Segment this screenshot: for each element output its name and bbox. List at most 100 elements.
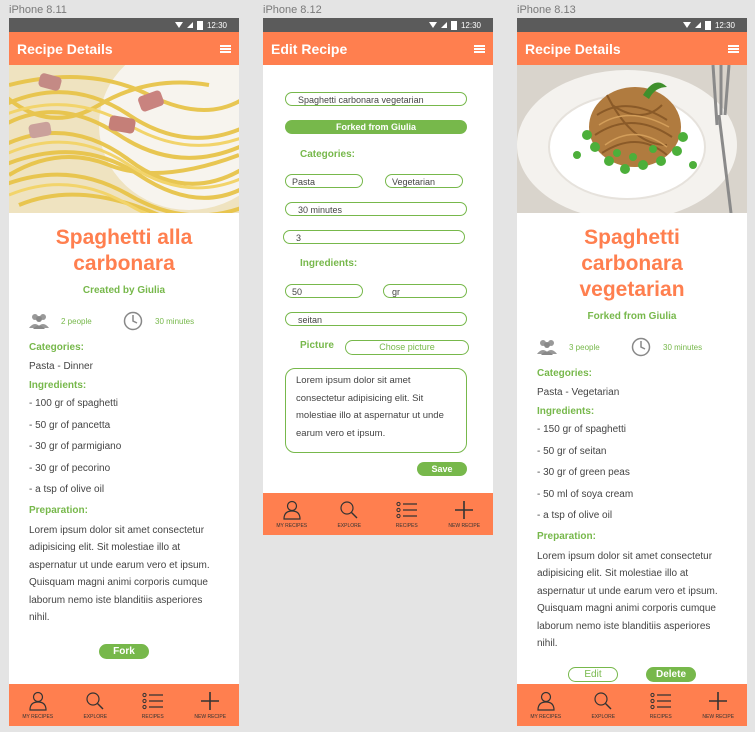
nav-label: RECIPES [649,713,672,720]
ingredients-list: - 100 gr of spaghetti - 50 gr of pancett… [29,393,219,501]
nav-label: MY RECIPES [276,522,308,529]
servings-text: 3 people [569,342,600,352]
preparation-label: Preparation: [537,530,596,542]
battery-icon [704,20,711,30]
time-text: 30 minutes [663,342,703,352]
forked-from-badge[interactable]: Forked from Giulia [285,120,467,134]
delete-button[interactable]: Delete [646,666,696,682]
list-item: - a tsp of olive oil [29,484,105,495]
wifi-icon [682,22,691,28]
plus-icon [709,691,728,710]
status-time: 12:30 [206,20,227,30]
clock-icon [631,337,651,357]
nav-label: NEW RECIPE [448,522,481,529]
menu-icon[interactable] [728,44,739,53]
servings-text: 2 people [61,316,92,326]
nav-my-recipes[interactable]: MY RECIPES [13,691,63,720]
status-bar: 12:30 [263,18,493,32]
status-bar: 12:30 [9,18,239,32]
app-bar: Edit Recipe [263,32,493,65]
forked-from[interactable]: Forked from Giulia [537,311,727,322]
categories-label: Categories: [300,149,356,160]
plus-icon [455,500,474,519]
nav-label: RECIPES [395,522,418,529]
menu-icon[interactable] [474,44,485,53]
description-textarea[interactable]: Lorem ipsum dolor sit amet consectetur a… [285,368,467,453]
ingredients-label: Ingredients: [537,406,595,417]
bottom-nav: MY RECIPES EXPLORE RECIPES NEW RECIPE [263,493,493,535]
recipe-photo [9,65,239,213]
created-by[interactable]: Created by Giulia [29,285,219,296]
recipe-title: Spaghetti carbonara vegetarian [579,226,685,301]
nav-new-recipe[interactable]: NEW RECIPE [185,691,235,720]
app-bar: Recipe Details [9,32,239,65]
recipe-meta: 2 people 30 minutes [29,310,219,332]
people-icon [537,340,557,355]
app-bar-title: Edit Recipe [271,40,348,57]
categories-value: Pasta - Vegetarian [537,387,620,398]
signal-icon [694,22,701,28]
recipe-title: Spaghetti alla carbonara [55,226,193,275]
artboard-label-1: iPhone 8.11 [9,4,67,16]
recipe-meta: 3 people 30 minutes [537,336,727,358]
app-bar: Recipe Details [517,32,747,65]
nav-new-recipe[interactable]: NEW RECIPE [693,691,743,720]
quantity-field[interactable]: 50 [285,284,363,298]
save-button[interactable]: Save [417,462,467,476]
nav-new-recipe[interactable]: NEW RECIPE [439,500,489,529]
artboard-label-3: iPhone 8.13 [517,4,576,16]
list-item: - 150 gr of spaghetti [537,424,626,435]
app-bar-title: Recipe Details [17,40,113,57]
time-field[interactable]: 30 minutes [285,202,467,216]
nav-recipes[interactable]: RECIPES [128,691,178,720]
ingredient-name-field[interactable]: seitan [285,312,467,326]
battery-icon [196,20,203,30]
nav-label: EXPLORE [83,713,108,720]
list-item: - 30 gr of parmigiano [29,441,122,452]
ingredients-label: Ingredients: [300,258,358,269]
unit-field[interactable]: gr [383,284,467,298]
nav-label: RECIPES [141,713,164,720]
list-item: - a tsp of olive oil [537,510,613,521]
recipe-photo [517,65,747,213]
nav-label: NEW RECIPE [194,713,227,720]
list-item: - 30 gr of green peas [537,467,630,478]
fork-button[interactable]: Fork [99,643,149,659]
nav-explore[interactable]: EXPLORE [324,500,374,529]
phone-recipe-details-forked: 12:30 Recipe Details Spaghetti carbonara… [517,18,747,726]
status-time: 12:30 [714,20,735,30]
search-icon [340,500,358,518]
categories-value: Pasta - Dinner [29,361,93,372]
nav-recipes[interactable]: RECIPES [382,500,432,529]
nav-recipes[interactable]: RECIPES [636,691,686,720]
nav-my-recipes[interactable]: MY RECIPES [267,500,317,529]
list-icon [650,692,671,709]
nav-label: NEW RECIPE [702,713,735,720]
bottom-nav: MY RECIPES EXPLORE RECIPES NEW RECIPE [517,684,747,726]
category-field-2[interactable]: Vegetarian [385,174,463,188]
list-item: - 50 gr of seitan [537,445,607,457]
category-field-1[interactable]: Pasta [285,174,363,188]
list-item: - 50 ml of soya cream [537,488,634,500]
choose-picture-button[interactable]: Chose picture [345,340,469,355]
clock-icon [123,311,143,331]
nav-my-recipes[interactable]: MY RECIPES [521,691,571,720]
nav-label: MY RECIPES [22,713,54,720]
recipe-name-field[interactable]: Spaghetti carbonara vegetarian [285,92,467,106]
servings-field[interactable]: 3 [283,230,465,244]
people-icon [29,314,49,329]
search-icon [86,691,104,709]
preparation-text: Lorem ipsum dolor sit amet consectetur a… [29,524,210,624]
menu-icon[interactable] [220,44,231,53]
status-time: 12:30 [460,20,481,30]
user-icon [29,691,47,711]
categories-label: Categories: [537,368,593,379]
ingredients-label: Ingredients: [29,380,87,391]
preparation-text: Lorem ipsum dolor sit amet consectetur a… [537,550,718,650]
signal-icon [440,22,447,28]
edit-button[interactable]: Edit [568,666,618,682]
nav-explore[interactable]: EXPLORE [578,691,628,720]
nav-label: EXPLORE [337,522,362,529]
user-icon [537,691,555,711]
nav-explore[interactable]: EXPLORE [70,691,120,720]
